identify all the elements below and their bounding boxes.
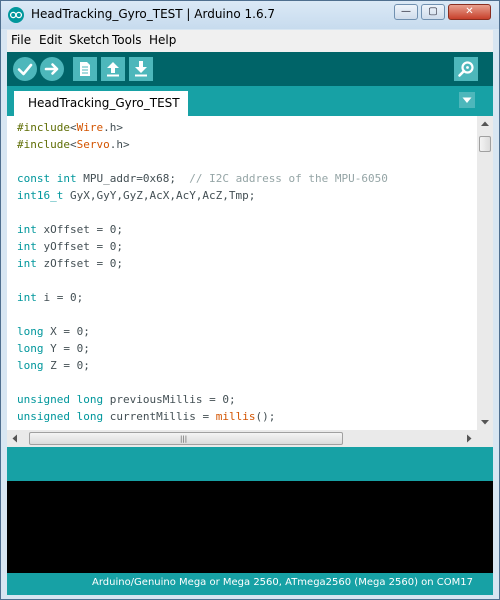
vertical-scroll-thumb[interactable] bbox=[479, 136, 491, 152]
minimize-button[interactable]: — bbox=[394, 4, 418, 20]
code-token: unsigned bbox=[17, 410, 70, 423]
code-token: int bbox=[17, 240, 37, 253]
maximize-button[interactable]: ▢ bbox=[421, 4, 445, 20]
tab-label: HeadTracking_Gyro_TEST bbox=[28, 96, 180, 110]
code-line: #include<Wire.h> bbox=[17, 121, 123, 134]
code-line: int zOffset = 0; bbox=[17, 257, 123, 270]
scroll-right-button[interactable] bbox=[461, 430, 477, 447]
board-info: Arduino/Genuino Mega or Mega 2560, ATmeg… bbox=[91, 577, 473, 588]
code-token: long bbox=[17, 359, 44, 372]
code-token: unsigned bbox=[17, 393, 70, 406]
code-token: int bbox=[56, 172, 77, 185]
grip-icon: ||| bbox=[180, 435, 188, 443]
scroll-down-icon bbox=[481, 420, 489, 425]
code-comment: // I2C address of the MPU-6050 bbox=[189, 172, 388, 185]
arrow-up-icon bbox=[107, 62, 119, 77]
code-line: int xOffset = 0; bbox=[17, 223, 123, 236]
minimize-icon: — bbox=[401, 6, 411, 17]
code-line: unsigned long currentMillis = millis(); bbox=[17, 410, 276, 423]
close-icon: ✕ bbox=[465, 6, 474, 17]
serial-monitor-button[interactable] bbox=[454, 57, 478, 81]
code-token: long bbox=[17, 325, 44, 338]
console-output[interactable] bbox=[7, 481, 493, 573]
code-token: int bbox=[17, 223, 37, 236]
menu-bar: File Edit Sketch Tools Help bbox=[7, 30, 493, 53]
scroll-left-icon bbox=[12, 434, 17, 443]
horizontal-scroll-thumb[interactable]: ||| bbox=[29, 432, 343, 445]
code-editor[interactable]: #include<Wire.h> #include<Servo.h> const… bbox=[7, 116, 477, 430]
scroll-left-button[interactable] bbox=[7, 430, 23, 447]
code-line: #include<Servo.h> bbox=[17, 138, 130, 151]
code-line: int16_t GyX,GyY,GyZ,AcX,AcY,AcZ,Tmp; bbox=[17, 189, 256, 202]
code-token: Wire bbox=[76, 121, 104, 134]
close-button[interactable]: ✕ bbox=[448, 4, 491, 20]
code-line: int yOffset = 0; bbox=[17, 240, 123, 253]
scroll-up-icon bbox=[481, 121, 489, 126]
code-token: long bbox=[76, 410, 104, 423]
code-token: long bbox=[76, 393, 104, 406]
maximize-icon: ▢ bbox=[428, 6, 438, 17]
tab-bar: HeadTracking_Gyro_TEST bbox=[7, 86, 493, 116]
arrow-down-icon bbox=[135, 61, 147, 77]
magnifier-icon bbox=[458, 61, 474, 77]
save-sketch-button[interactable] bbox=[129, 57, 153, 81]
arduino-ide-window: HeadTracking_Gyro_TEST | Arduino 1.6.7 —… bbox=[0, 0, 500, 600]
vertical-scrollbar[interactable] bbox=[477, 116, 493, 430]
code-line: long Y = 0; bbox=[17, 342, 90, 355]
message-bar bbox=[7, 447, 493, 481]
code-line: int i = 0; bbox=[17, 291, 84, 304]
code-token: millis bbox=[215, 410, 256, 423]
toolbar bbox=[7, 52, 493, 86]
code-token: Servo bbox=[76, 138, 110, 151]
open-sketch-button[interactable] bbox=[101, 57, 125, 81]
code-token: #include bbox=[17, 138, 70, 151]
title-bar[interactable]: HeadTracking_Gyro_TEST | Arduino 1.6.7 —… bbox=[1, 1, 499, 29]
scroll-right-icon bbox=[467, 434, 472, 443]
code-line: const int MPU_addr=0x68; // I2C address … bbox=[17, 172, 388, 185]
menu-sketch[interactable]: Sketch bbox=[69, 33, 109, 47]
menu-file[interactable]: File bbox=[11, 33, 31, 47]
code-line: unsigned long previousMillis = 0; bbox=[17, 393, 236, 406]
window-title: HeadTracking_Gyro_TEST | Arduino 1.6.7 bbox=[31, 7, 276, 21]
status-bar: Arduino/Genuino Mega or Mega 2560, ATmeg… bbox=[7, 573, 493, 595]
scroll-up-button[interactable] bbox=[477, 116, 493, 132]
horizontal-scrollbar[interactable]: ||| bbox=[7, 430, 493, 447]
code-token: int bbox=[17, 257, 37, 270]
verify-button[interactable] bbox=[13, 57, 37, 81]
menu-edit[interactable]: Edit bbox=[39, 33, 62, 47]
upload-button[interactable] bbox=[40, 57, 64, 81]
chevron-down-icon bbox=[462, 97, 472, 103]
check-icon bbox=[17, 63, 33, 76]
menu-tools[interactable]: Tools bbox=[112, 33, 142, 47]
code-token: int bbox=[17, 291, 37, 304]
scroll-down-button[interactable] bbox=[477, 414, 493, 430]
code-line: long Z = 0; bbox=[17, 359, 90, 372]
arrow-right-icon bbox=[44, 63, 59, 75]
code-token: #include bbox=[17, 121, 70, 134]
menu-help[interactable]: Help bbox=[149, 33, 176, 47]
new-sketch-button[interactable] bbox=[73, 57, 97, 81]
tab-menu-button[interactable] bbox=[459, 92, 475, 108]
tab-sketch[interactable]: HeadTracking_Gyro_TEST bbox=[14, 91, 188, 116]
code-token: int16_t bbox=[17, 189, 64, 202]
new-file-icon bbox=[80, 62, 90, 76]
code-token: long bbox=[17, 342, 44, 355]
code-line: long X = 0; bbox=[17, 325, 90, 338]
arduino-logo-icon bbox=[8, 7, 24, 23]
code-token: const bbox=[17, 172, 51, 185]
